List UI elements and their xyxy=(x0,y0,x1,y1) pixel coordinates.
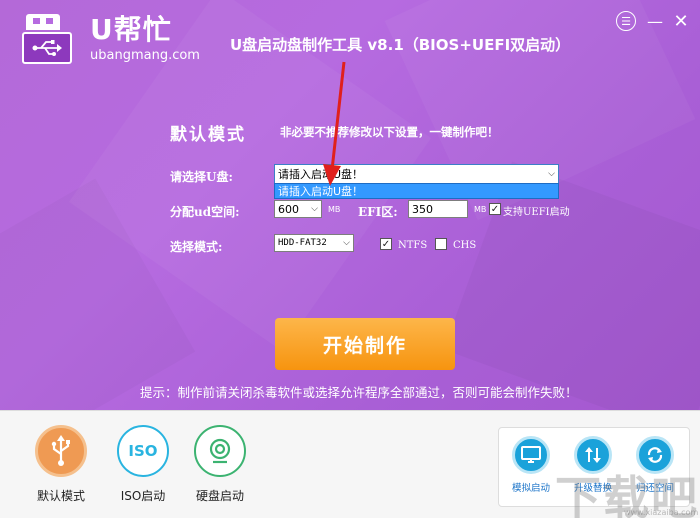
section-title: 默认模式 xyxy=(170,125,246,145)
mode-label: 选择模式: xyxy=(170,240,223,254)
minimize-button[interactable]: — xyxy=(644,10,666,32)
brand-url: ubangmang.com xyxy=(90,48,200,63)
chevron-down-icon: ⌵ xyxy=(548,169,555,179)
check-icon: ✓ xyxy=(381,238,391,250)
simulate-boot-label: 模拟启动 xyxy=(511,483,550,494)
menu-icon: ☰ xyxy=(621,14,631,28)
partition-size-value: 600 xyxy=(278,202,299,216)
uefi-checkbox[interactable]: ✓ xyxy=(489,203,501,215)
app-window: U帮忙 ubangmang.com U盘启动盘制作工具 v8.1（BIOS+UE… xyxy=(0,0,700,518)
mode-select-value: HDD-FAT32 xyxy=(278,238,327,248)
disk-label: 请选择U盘: xyxy=(170,170,233,184)
chevron-down-icon: ⌵ xyxy=(343,238,350,248)
partition-unit: MB xyxy=(328,205,341,214)
mode-default-label: 默认模式 xyxy=(36,489,85,503)
mode-iso-label: ISO启动 xyxy=(120,489,166,503)
partition-label: 分配ud空间: xyxy=(170,205,240,219)
monitor-icon xyxy=(512,436,550,474)
efi-size-input[interactable]: 350 xyxy=(408,200,468,218)
minimize-icon: — xyxy=(647,11,663,31)
chs-label: CHS xyxy=(453,240,477,251)
red-arrow-annotation xyxy=(323,61,346,186)
efi-label: EFI区: xyxy=(358,205,398,219)
ntfs-label: NTFS xyxy=(398,240,428,251)
watermark-url: www.xiazaiba.com xyxy=(624,508,699,517)
chs-checkbox[interactable] xyxy=(435,238,447,250)
close-icon: ✕ xyxy=(673,10,689,32)
tip-text: 提示：制作前请关闭杀毒软件或选择允许程序全部通过，否则可能会制作失败！ xyxy=(140,385,578,400)
close-button[interactable]: ✕ xyxy=(670,10,692,32)
brand-logo xyxy=(22,14,72,66)
uefi-label: 支持UEFI启动 xyxy=(503,207,570,218)
check-icon: ✓ xyxy=(490,203,500,215)
mode-hard-disk[interactable]: 硬盘启动 xyxy=(185,425,255,515)
menu-button[interactable]: ☰ xyxy=(616,11,636,31)
brand-name: U帮忙 xyxy=(90,13,172,46)
mode-default[interactable]: 默认模式 xyxy=(26,425,96,515)
efi-size-value: 350 xyxy=(412,202,433,216)
header-panel: U帮忙 ubangmang.com U盘启动盘制作工具 v8.1（BIOS+UE… xyxy=(0,0,700,410)
mode-hard-disk-label: 硬盘启动 xyxy=(195,489,244,503)
partition-size-select[interactable]: 600 ⌵ xyxy=(274,200,322,218)
hard-disk-icon xyxy=(194,425,246,477)
mode-iso[interactable]: ISO ISO启动 xyxy=(108,425,178,515)
usb-icon xyxy=(35,425,87,477)
usb-logo-icon xyxy=(22,32,72,64)
simulate-boot-button[interactable]: 模拟启动 xyxy=(501,436,561,494)
app-title: U盘启动盘制作工具 v8.1（BIOS+UEFI双启动） xyxy=(230,36,571,54)
start-button[interactable]: 开始制作 xyxy=(275,318,455,370)
mode-select[interactable]: HDD-FAT32 ⌵ xyxy=(274,234,354,252)
iso-icon: ISO xyxy=(117,425,169,477)
chevron-down-icon: ⌵ xyxy=(311,204,318,214)
ntfs-checkbox[interactable]: ✓ xyxy=(380,238,392,250)
efi-unit: MB xyxy=(474,205,487,214)
